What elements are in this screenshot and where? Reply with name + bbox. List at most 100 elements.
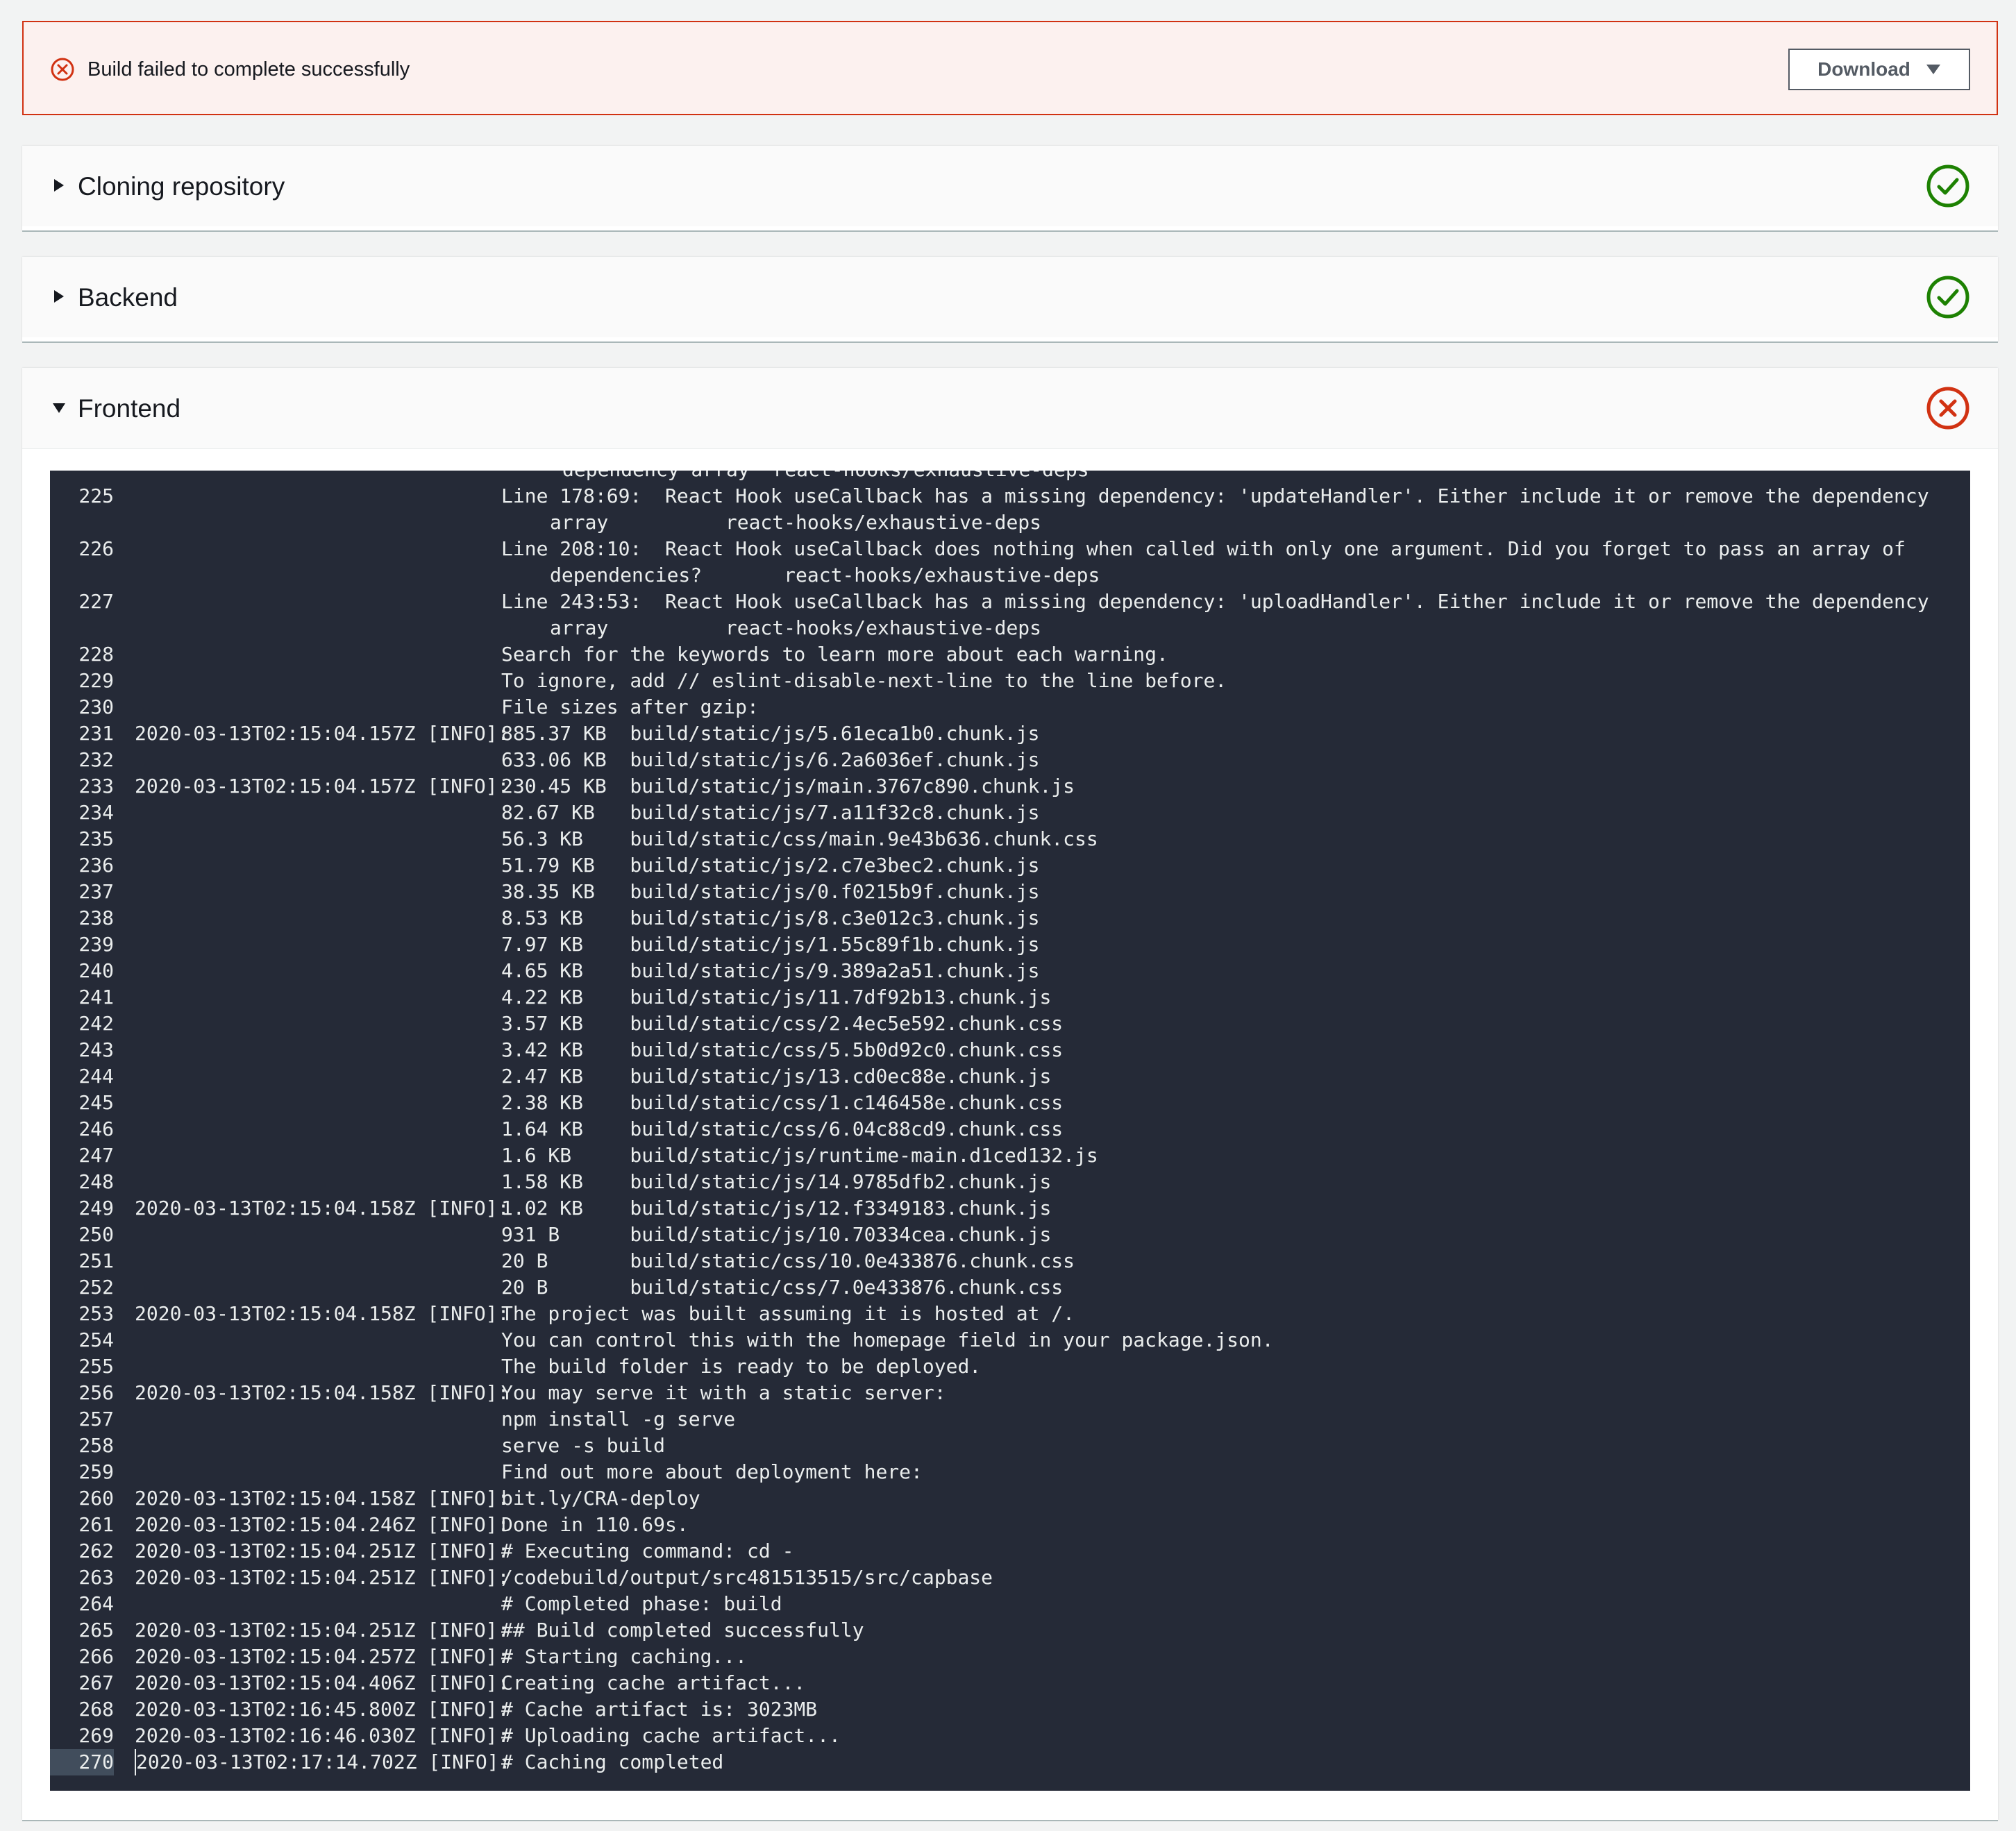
log-line: 245 2.38 KB build/static/css/1.c146458e.c… [50, 1090, 1970, 1116]
log-line-number: 267 [78, 1671, 114, 1694]
log-message: 230.45 KB build/static/js/main.3767c890.… [501, 775, 1075, 798]
log-timestamp [114, 471, 501, 483]
log-timestamp [114, 905, 501, 931]
log-line-number: 254 [78, 1328, 114, 1351]
log-line-number: 260 [78, 1487, 114, 1510]
log-line-number: 255 [78, 1355, 114, 1378]
log-message: The build folder is ready to be deployed… [501, 1355, 982, 1378]
log-message: File sizes after gzip: [501, 695, 759, 718]
log-message: 4.22 KB build/static/js/11.7df92b13.chun… [501, 986, 1052, 1009]
log-timestamp: 2020-03-13T02:15:04.251Z [INFO]: [135, 1566, 510, 1589]
log-line-number: 238 [78, 906, 114, 929]
log-line: 250 931 B build/static/js/10.70334cea.chu… [50, 1222, 1970, 1248]
log-timestamp [114, 1327, 501, 1353]
log-timestamp: 2020-03-13T02:15:04.157Z [INFO]: [135, 722, 510, 745]
log-message: 633.06 KB build/static/js/6.2a6036ef.chu… [501, 748, 1040, 771]
log-line-number: 266 [78, 1645, 114, 1668]
log-line-number: 246 [78, 1117, 114, 1140]
section-backend: Backend [22, 257, 1998, 341]
log-timestamp [114, 536, 501, 589]
log-line: 260 2020-03-13T02:15:04.158Z [INFO]: bit.l… [50, 1485, 1970, 1512]
log-message: Done in 110.69s. [501, 1513, 689, 1536]
log-line-number: 243 [78, 1038, 114, 1061]
log-line: 257 npm install -g serve [50, 1406, 1970, 1433]
build-failed-alert: Build failed to complete successfully Do… [22, 21, 1998, 115]
log-message: bit.ly/CRA-deploy [501, 1487, 700, 1510]
log-timestamp: 2020-03-13T02:17:14.702Z [INFO]: [135, 1749, 510, 1775]
log-timestamp [114, 984, 501, 1011]
log-line-number: 268 [78, 1698, 114, 1721]
log-message: 931 B build/static/js/10.70334cea.chunk.… [501, 1223, 1052, 1246]
section-header-cloning-repository[interactable]: Cloning repository [22, 146, 1998, 226]
log-line-number: 235 [78, 827, 114, 850]
log-line-number: 247 [78, 1144, 114, 1167]
log-timestamp [114, 1063, 501, 1090]
log-line-number: 226 [78, 537, 114, 560]
log-line: 240 4.65 KB build/static/js/9.389a2a51.ch… [50, 958, 1970, 984]
log-line-number: 270 [50, 1749, 114, 1775]
log-timestamp [114, 1142, 501, 1169]
log-message: To ignore, add // eslint-disable-next-li… [501, 669, 1227, 692]
log-message: 3.57 KB build/static/css/2.4ec5e592.chun… [501, 1012, 1064, 1035]
log-line: 265 2020-03-13T02:15:04.251Z [INFO]: ## Bu… [50, 1617, 1970, 1644]
log-message: 8.53 KB build/static/js/8.c3e012c3.chunk… [501, 906, 1040, 929]
log-message: Search for the keywords to learn more ab… [501, 643, 1168, 666]
log-line: 241 4.22 KB build/static/js/11.7df92b13.c… [50, 984, 1970, 1011]
log-message: # Uploading cache artifact... [501, 1724, 841, 1747]
log-message: 1.64 KB build/static/css/6.04c88cd9.chun… [501, 1117, 1064, 1140]
log-line-number: 262 [78, 1539, 114, 1562]
log-timestamp: 2020-03-13T02:15:04.158Z [INFO]: [135, 1487, 510, 1510]
log-line: 261 2020-03-13T02:15:04.246Z [INFO]: Done … [50, 1512, 1970, 1538]
log-line: 255 The build folder is ready to be deplo… [50, 1353, 1970, 1380]
log-timestamp [114, 483, 501, 536]
log-line: 246 1.64 KB build/static/css/6.04c88cd9.c… [50, 1116, 1970, 1142]
log-message: Find out more about deployment here: [501, 1460, 923, 1483]
log-message: # Starting caching... [501, 1645, 748, 1668]
log-timestamp [114, 1011, 501, 1037]
log-timestamp [114, 852, 501, 879]
section-header-frontend[interactable]: Frontend [22, 368, 1998, 449]
log-message: 82.67 KB build/static/js/7.a11f32c8.chun… [501, 801, 1040, 824]
log-line: 247 1.6 KB build/static/js/runtime-main.d… [50, 1142, 1970, 1169]
log-line: 225 Line 178:69: React Hook useCallback h… [50, 483, 1970, 536]
log-line: 254 You can control this with the homepag… [50, 1327, 1970, 1353]
log-timestamp [114, 1222, 501, 1248]
log-message: Line 208:10: React Hook useCallback does… [501, 537, 1917, 587]
log-line-number: 236 [78, 854, 114, 877]
log-line: 269 2020-03-13T02:16:46.030Z [INFO]: # Upl… [50, 1723, 1970, 1749]
log-line: 252 20 B build/static/css/7.0e433876.chun… [50, 1274, 1970, 1301]
log-message: # Caching completed [501, 1750, 724, 1773]
log-line: 243 3.42 KB build/static/css/5.5b0d92c0.c… [50, 1037, 1970, 1063]
log-line-number: 264 [78, 1592, 114, 1615]
log-message: # Executing command: cd - [501, 1539, 794, 1562]
log-line-number: 242 [78, 1012, 114, 1035]
log-timestamp [114, 1037, 501, 1063]
download-button[interactable]: Download [1788, 49, 1970, 90]
log-line-number: 234 [78, 801, 114, 824]
log-timestamp [114, 1116, 501, 1142]
log-line: 229 To ignore, add // eslint-disable-next… [50, 668, 1970, 694]
log-line-number: 257 [78, 1408, 114, 1431]
log-line-number: 239 [78, 933, 114, 956]
log-timestamp: 2020-03-13T02:15:04.158Z [INFO]: [135, 1197, 510, 1220]
log-line: 264 # Completed phase: build [50, 1591, 1970, 1617]
log-line-number: 229 [78, 669, 114, 692]
caret-right-icon [54, 179, 64, 192]
log-timestamp [114, 1459, 501, 1485]
log-timestamp: 2020-03-13T02:15:04.251Z [INFO]: [135, 1619, 510, 1642]
log-message: 2.47 KB build/static/js/13.cd0ec88e.chun… [501, 1065, 1052, 1088]
log-timestamp: 2020-03-13T02:16:45.800Z [INFO]: [135, 1698, 510, 1721]
log-timestamp [114, 931, 501, 958]
log-message: dependency array react-hooks/exhaustive-… [501, 471, 1970, 483]
log-timestamp: 2020-03-13T02:15:04.257Z [INFO]: [135, 1645, 510, 1668]
log-timestamp [114, 747, 501, 773]
section-header-backend[interactable]: Backend [22, 257, 1998, 337]
log-message: Line 243:53: React Hook useCallback has … [501, 590, 1941, 639]
log-line: 231 2020-03-13T02:15:04.157Z [INFO]: 885.3… [50, 720, 1970, 747]
build-log-viewer[interactable]: dependency array react-hooks/exhaustive-… [50, 471, 1970, 1791]
log-message: You can control this with the homepage f… [501, 1328, 1274, 1351]
log-lines: dependency array react-hooks/exhaustive-… [50, 471, 1970, 1775]
log-timestamp [114, 1248, 501, 1274]
log-line: 244 2.47 KB build/static/js/13.cd0ec88e.c… [50, 1063, 1970, 1090]
log-timestamp [114, 958, 501, 984]
